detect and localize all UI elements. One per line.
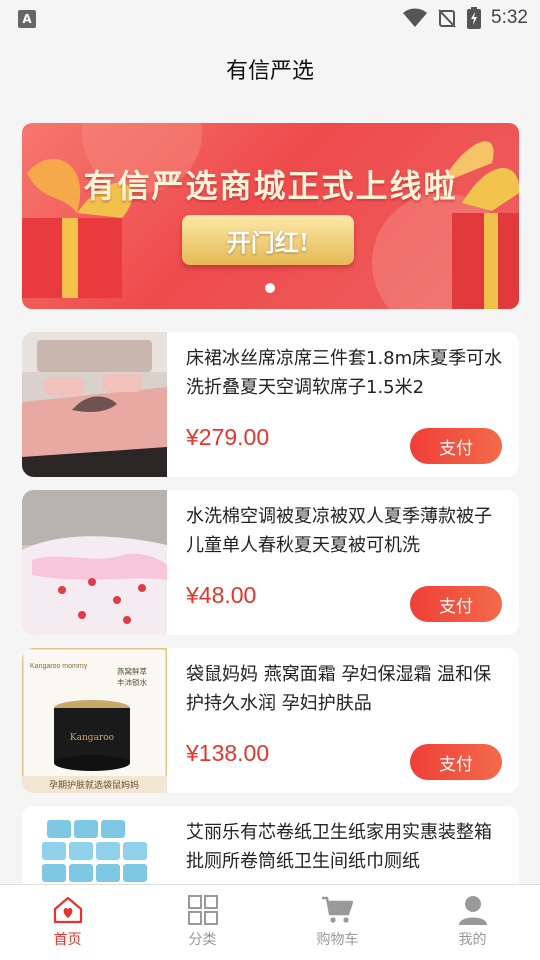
jar-label: Kangaroo (70, 733, 114, 743)
grid-icon (187, 895, 218, 925)
nav-category[interactable]: 分类 (135, 885, 270, 960)
pay-button[interactable]: 支付 (410, 586, 502, 622)
product-price: ¥138.00 (186, 740, 270, 766)
status-left: A (18, 8, 36, 28)
product-price: ¥279.00 (186, 424, 270, 450)
app-notification-icon: A (18, 10, 36, 28)
product-image (22, 490, 167, 635)
banner-headline: 有信严选商城正式上线啦 (83, 167, 458, 205)
image-tag-text: 丰沛锁水 (117, 677, 147, 687)
title-bar: 有信严选 (0, 36, 540, 102)
wifi-icon (403, 8, 428, 27)
cart-icon (321, 896, 353, 923)
product-name: 水洗棉空调被夏凉被双人夏季薄款被子儿童单人春秋夏天夏被可机洗 (186, 506, 492, 556)
battery-charging-icon (467, 7, 482, 29)
image-footer-text: 孕期护肤就选袋鼠妈妈 (49, 779, 139, 791)
no-signal-icon (438, 9, 456, 28)
nav-label: 首页 (53, 932, 82, 948)
product-name: 袋鼠妈妈 燕窝面霜 孕妇保湿霜 温和保护持久水润 孕妇护肤品 (186, 664, 492, 714)
product-card[interactable]: 水洗棉空调被夏凉被双人夏季薄款被子儿童单人春秋夏天夏被可机洗 ¥48.00 支付 (22, 490, 519, 635)
image-tag-text: 燕窝鲜萃 (117, 666, 147, 676)
nav-label: 分类 (188, 932, 217, 948)
product-name: 艾丽乐有芯卷纸卫生纸家用实惠装整箱批厕所卷筒纸卫生间纸巾厕纸 (186, 822, 492, 872)
pay-button[interactable]: 支付 (410, 744, 502, 780)
nav-cart[interactable]: 购物车 (270, 885, 405, 960)
status-right: 5:32 (403, 7, 528, 29)
nav-label: 购物车 (316, 932, 359, 948)
brand-mark: Kangaroo mommy (30, 663, 88, 670)
product-card[interactable]: Kangaroo mommy 燕窝鲜萃 丰沛锁水 Kangaroo 孕期护肤就选… (22, 648, 519, 793)
pay-button[interactable]: 支付 (410, 428, 502, 464)
nav-profile[interactable]: 我的 (405, 885, 540, 960)
nav-home[interactable]: 首页 (0, 885, 135, 960)
product-name: 床裙冰丝席凉席三件套1.8m床夏季可水洗折叠夏天空调软席子1.5米2 (186, 348, 503, 398)
promo-banner[interactable]: 有信严选商城正式上线啦 开门红! (22, 123, 519, 309)
user-icon (458, 896, 487, 925)
banner-indicator-dot (265, 283, 275, 293)
nav-label: 我的 (458, 932, 487, 948)
status-bar: A 5:32 (0, 0, 540, 36)
product-image: Kangaroo mommy 燕窝鲜萃 丰沛锁水 Kangaroo 孕期护肤就选… (22, 648, 167, 793)
product-price: ¥48.00 (186, 582, 257, 608)
product-image (22, 332, 167, 477)
product-card[interactable]: 床裙冰丝席凉席三件套1.8m床夏季可水洗折叠夏天空调软席子1.5米2 ¥279.… (22, 332, 519, 477)
home-icon (53, 896, 82, 924)
banner-cta-button[interactable]: 开门红! (182, 215, 354, 265)
page-title: 有信严选 (225, 59, 314, 84)
bottom-nav: 首页 分类 购物车 我的 (0, 884, 540, 960)
status-time: 5:32 (491, 7, 528, 28)
